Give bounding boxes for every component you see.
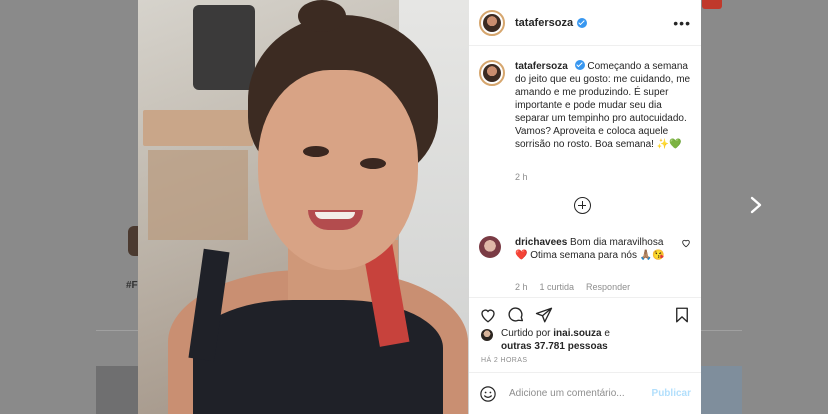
comment-time: 2 h xyxy=(515,282,528,292)
liked-by: Curtido por inai.souza e outras 37.781 p… xyxy=(481,327,693,353)
liker-avatar[interactable] xyxy=(481,329,493,341)
comment-likes[interactable]: 1 curtida xyxy=(540,282,575,292)
heart-icon[interactable] xyxy=(479,306,497,324)
commenter-avatar[interactable] xyxy=(479,236,501,258)
background-divider xyxy=(96,330,138,331)
next-post-button[interactable] xyxy=(742,190,770,220)
chevron-right-icon xyxy=(750,196,762,214)
verified-icon xyxy=(577,17,588,28)
reply-button[interactable]: Responder xyxy=(586,282,630,292)
post-header: tatafersoza ••• xyxy=(469,0,701,46)
share-icon[interactable] xyxy=(535,306,553,324)
background-thumbnail xyxy=(96,366,138,414)
liked-by-and: e xyxy=(604,328,610,339)
liked-by-prefix: Curtido por xyxy=(501,328,551,339)
post-side-panel: tatafersoza ••• tatafersoza Começando a … xyxy=(469,0,701,414)
emoji-icon[interactable] xyxy=(479,385,497,403)
publish-button[interactable]: Publicar xyxy=(652,388,691,399)
comment-icon[interactable] xyxy=(507,306,525,324)
author-avatar[interactable] xyxy=(479,9,505,36)
author-username[interactable]: tatafersoza xyxy=(515,17,573,29)
verified-icon xyxy=(574,60,585,70)
caption-avatar[interactable] xyxy=(479,60,505,86)
likes-count[interactable]: outras 37.781 pessoas xyxy=(501,341,608,352)
background-thumbnail xyxy=(700,366,742,414)
comment-heart-icon[interactable] xyxy=(681,238,691,248)
caption-time: 2 h xyxy=(515,172,528,182)
post-age: HÁ 2 HORAS xyxy=(481,357,528,364)
commenter-username[interactable]: drichavees xyxy=(515,237,567,248)
comment-input[interactable] xyxy=(507,387,641,400)
background-notification-badge xyxy=(702,0,722,9)
caption-text: Começando a semana do jeito que eu gosto… xyxy=(515,61,691,150)
bookmark-icon[interactable] xyxy=(673,306,691,324)
background-text: #F xyxy=(126,280,138,291)
background-divider xyxy=(700,330,742,331)
liker-username[interactable]: inai.souza xyxy=(553,328,601,339)
action-bar xyxy=(469,297,701,331)
comment-meta: 2 h 1 curtida Responder xyxy=(515,282,630,292)
post-modal: tatafersoza ••• tatafersoza Começando a … xyxy=(138,0,701,414)
post-photo[interactable] xyxy=(138,0,469,414)
caption-username[interactable]: tatafersoza xyxy=(515,61,568,72)
post-caption: tatafersoza Começando a semana do jeito … xyxy=(479,60,691,151)
more-options-button[interactable]: ••• xyxy=(673,15,691,31)
load-more-comments-button[interactable] xyxy=(574,197,591,214)
comment-item: drichavees Bom dia maravilhosa ❤️ Otima … xyxy=(479,236,691,262)
add-comment-bar: Publicar xyxy=(469,372,701,414)
